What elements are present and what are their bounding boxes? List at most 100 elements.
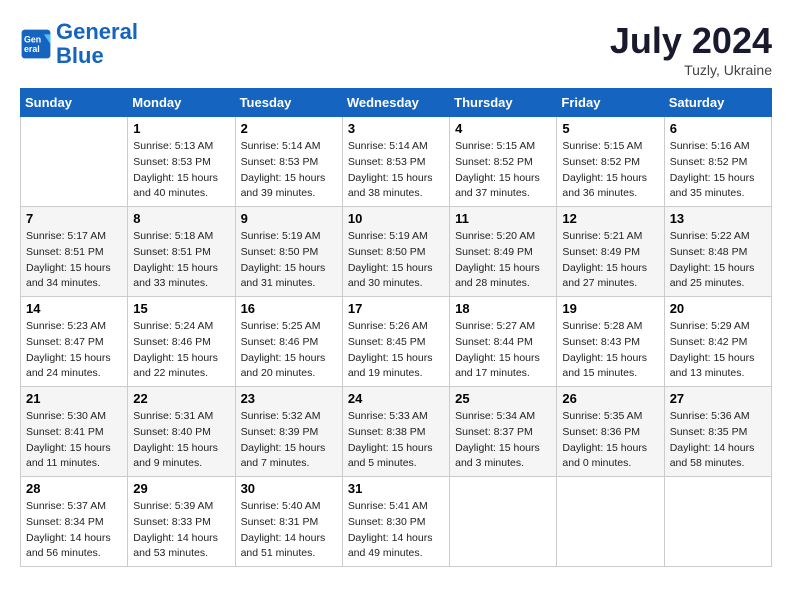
day-number: 5 bbox=[562, 121, 658, 136]
day-info: Sunrise: 5:33 AM Sunset: 8:38 PM Dayligh… bbox=[348, 409, 444, 472]
day-info: Sunrise: 5:37 AM Sunset: 8:34 PM Dayligh… bbox=[26, 499, 122, 562]
calendar-cell: 25Sunrise: 5:34 AM Sunset: 8:37 PM Dayli… bbox=[450, 387, 557, 477]
calendar-cell: 6 Sunrise: 5:16 AM Sunset: 8:52 PM Daylig… bbox=[664, 117, 771, 207]
weekday-saturday: Saturday bbox=[664, 89, 771, 117]
day-info: Sunrise: 5:17 AM Sunset: 8:51 PM Dayligh… bbox=[26, 229, 122, 292]
day-info: Sunrise: 5:41 AM Sunset: 8:30 PM Dayligh… bbox=[348, 499, 444, 562]
calendar-cell: 5 Sunrise: 5:15 AM Sunset: 8:52 PM Daylig… bbox=[557, 117, 664, 207]
day-info: Sunrise: 5:28 AM Sunset: 8:43 PM Dayligh… bbox=[562, 319, 658, 382]
calendar-cell: 4 Sunrise: 5:15 AM Sunset: 8:52 PM Daylig… bbox=[450, 117, 557, 207]
calendar-cell: 24 Sunrise: 5:33 AM Sunset: 8:38 PM Dayli… bbox=[342, 387, 449, 477]
day-info: Sunrise: 5:21 AM Sunset: 8:49 PM Dayligh… bbox=[562, 229, 658, 292]
calendar-cell: 17 Sunrise: 5:26 AM Sunset: 8:45 PM Dayli… bbox=[342, 297, 449, 387]
day-info: Sunrise: 5:19 AM Sunset: 8:50 PM Dayligh… bbox=[348, 229, 444, 292]
day-number: 31 bbox=[348, 481, 444, 496]
calendar-cell: 31 Sunrise: 5:41 AM Sunset: 8:30 PM Dayli… bbox=[342, 477, 449, 567]
day-number: 14 bbox=[26, 301, 122, 316]
location: Tuzly, Ukraine bbox=[610, 62, 772, 78]
calendar-week-4: 21 Sunrise: 5:30 AM Sunset: 8:41 PM Dayli… bbox=[21, 387, 772, 477]
calendar-cell: 13 Sunrise: 5:22 AM Sunset: 8:48 PM Dayli… bbox=[664, 207, 771, 297]
day-info: Sunrise: 5:22 AM Sunset: 8:48 PM Dayligh… bbox=[670, 229, 766, 292]
day-number: 9 bbox=[241, 211, 337, 226]
day-number: 7 bbox=[26, 211, 122, 226]
day-info: Sunrise: 5:15 AM Sunset: 8:52 PM Dayligh… bbox=[455, 139, 551, 202]
day-info: Sunrise: 5:25 AM Sunset: 8:46 PM Dayligh… bbox=[241, 319, 337, 382]
day-info: Sunrise: 5:24 AM Sunset: 8:46 PM Dayligh… bbox=[133, 319, 229, 382]
day-info: Sunrise: 5:14 AM Sunset: 8:53 PM Dayligh… bbox=[241, 139, 337, 202]
day-number: 13 bbox=[670, 211, 766, 226]
day-number: 4 bbox=[455, 121, 551, 136]
month-year: July 2024 bbox=[610, 20, 772, 62]
calendar-cell: 3Sunrise: 5:14 AM Sunset: 8:53 PM Daylig… bbox=[342, 117, 449, 207]
day-number: 8 bbox=[133, 211, 229, 226]
day-info: Sunrise: 5:16 AM Sunset: 8:52 PM Dayligh… bbox=[670, 139, 766, 202]
calendar-cell: 2 Sunrise: 5:14 AM Sunset: 8:53 PM Daylig… bbox=[235, 117, 342, 207]
day-info: Sunrise: 5:13 AM Sunset: 8:53 PM Dayligh… bbox=[133, 139, 229, 202]
day-number: 17 bbox=[348, 301, 444, 316]
day-info: Sunrise: 5:31 AM Sunset: 8:40 PM Dayligh… bbox=[133, 409, 229, 472]
weekday-sunday: Sunday bbox=[21, 89, 128, 117]
calendar-cell: 26Sunrise: 5:35 AM Sunset: 8:36 PM Dayli… bbox=[557, 387, 664, 477]
svg-text:Gen: Gen bbox=[24, 35, 41, 45]
day-info: Sunrise: 5:30 AM Sunset: 8:41 PM Dayligh… bbox=[26, 409, 122, 472]
calendar-cell: 28Sunrise: 5:37 AM Sunset: 8:34 PM Dayli… bbox=[21, 477, 128, 567]
day-info: Sunrise: 5:18 AM Sunset: 8:51 PM Dayligh… bbox=[133, 229, 229, 292]
svg-text:eral: eral bbox=[24, 44, 40, 54]
day-info: Sunrise: 5:32 AM Sunset: 8:39 PM Dayligh… bbox=[241, 409, 337, 472]
calendar-cell: 21 Sunrise: 5:30 AM Sunset: 8:41 PM Dayli… bbox=[21, 387, 128, 477]
weekday-tuesday: Tuesday bbox=[235, 89, 342, 117]
calendar-cell: 8 Sunrise: 5:18 AM Sunset: 8:51 PM Daylig… bbox=[128, 207, 235, 297]
calendar-cell: 7 Sunrise: 5:17 AM Sunset: 8:51 PM Daylig… bbox=[21, 207, 128, 297]
day-info: Sunrise: 5:36 AM Sunset: 8:35 PM Dayligh… bbox=[670, 409, 766, 472]
day-number: 21 bbox=[26, 391, 122, 406]
day-number: 3 bbox=[348, 121, 444, 136]
calendar-body: 1 Sunrise: 5:13 AM Sunset: 8:53 PM Daylig… bbox=[21, 117, 772, 567]
calendar-cell bbox=[664, 477, 771, 567]
calendar-cell: 12 Sunrise: 5:21 AM Sunset: 8:49 PM Dayli… bbox=[557, 207, 664, 297]
calendar-week-5: 28Sunrise: 5:37 AM Sunset: 8:34 PM Dayli… bbox=[21, 477, 772, 567]
day-number: 22 bbox=[133, 391, 229, 406]
calendar-week-3: 14 Sunrise: 5:23 AM Sunset: 8:47 PM Dayli… bbox=[21, 297, 772, 387]
calendar-cell: 9 Sunrise: 5:19 AM Sunset: 8:50 PM Daylig… bbox=[235, 207, 342, 297]
day-info: Sunrise: 5:35 AM Sunset: 8:36 PM Dayligh… bbox=[562, 409, 658, 472]
calendar-week-1: 1 Sunrise: 5:13 AM Sunset: 8:53 PM Daylig… bbox=[21, 117, 772, 207]
calendar-cell bbox=[557, 477, 664, 567]
day-number: 15 bbox=[133, 301, 229, 316]
calendar-cell: 29 Sunrise: 5:39 AM Sunset: 8:33 PM Dayli… bbox=[128, 477, 235, 567]
day-number: 6 bbox=[670, 121, 766, 136]
day-number: 2 bbox=[241, 121, 337, 136]
day-number: 24 bbox=[348, 391, 444, 406]
day-info: Sunrise: 5:29 AM Sunset: 8:42 PM Dayligh… bbox=[670, 319, 766, 382]
day-info: Sunrise: 5:15 AM Sunset: 8:52 PM Dayligh… bbox=[562, 139, 658, 202]
calendar-cell: 20 Sunrise: 5:29 AM Sunset: 8:42 PM Dayli… bbox=[664, 297, 771, 387]
day-info: Sunrise: 5:39 AM Sunset: 8:33 PM Dayligh… bbox=[133, 499, 229, 562]
day-number: 30 bbox=[241, 481, 337, 496]
day-info: Sunrise: 5:19 AM Sunset: 8:50 PM Dayligh… bbox=[241, 229, 337, 292]
day-number: 20 bbox=[670, 301, 766, 316]
weekday-friday: Friday bbox=[557, 89, 664, 117]
calendar-cell: 14 Sunrise: 5:23 AM Sunset: 8:47 PM Dayli… bbox=[21, 297, 128, 387]
day-info: Sunrise: 5:26 AM Sunset: 8:45 PM Dayligh… bbox=[348, 319, 444, 382]
calendar-cell: 19Sunrise: 5:28 AM Sunset: 8:43 PM Dayli… bbox=[557, 297, 664, 387]
day-number: 27 bbox=[670, 391, 766, 406]
day-info: Sunrise: 5:40 AM Sunset: 8:31 PM Dayligh… bbox=[241, 499, 337, 562]
calendar-cell: 15 Sunrise: 5:24 AM Sunset: 8:46 PM Dayli… bbox=[128, 297, 235, 387]
calendar-cell: 11Sunrise: 5:20 AM Sunset: 8:49 PM Dayli… bbox=[450, 207, 557, 297]
day-info: Sunrise: 5:23 AM Sunset: 8:47 PM Dayligh… bbox=[26, 319, 122, 382]
logo-icon: Gen eral bbox=[20, 28, 52, 60]
weekday-monday: Monday bbox=[128, 89, 235, 117]
day-number: 23 bbox=[241, 391, 337, 406]
day-number: 12 bbox=[562, 211, 658, 226]
day-info: Sunrise: 5:27 AM Sunset: 8:44 PM Dayligh… bbox=[455, 319, 551, 382]
calendar-cell: 10 Sunrise: 5:19 AM Sunset: 8:50 PM Dayli… bbox=[342, 207, 449, 297]
calendar-week-2: 7 Sunrise: 5:17 AM Sunset: 8:51 PM Daylig… bbox=[21, 207, 772, 297]
day-number: 1 bbox=[133, 121, 229, 136]
day-info: Sunrise: 5:20 AM Sunset: 8:49 PM Dayligh… bbox=[455, 229, 551, 292]
day-number: 29 bbox=[133, 481, 229, 496]
day-number: 10 bbox=[348, 211, 444, 226]
day-number: 18 bbox=[455, 301, 551, 316]
weekday-wednesday: Wednesday bbox=[342, 89, 449, 117]
logo: Gen eral General Blue bbox=[20, 20, 138, 68]
weekday-thursday: Thursday bbox=[450, 89, 557, 117]
calendar-cell: 1 Sunrise: 5:13 AM Sunset: 8:53 PM Daylig… bbox=[128, 117, 235, 207]
